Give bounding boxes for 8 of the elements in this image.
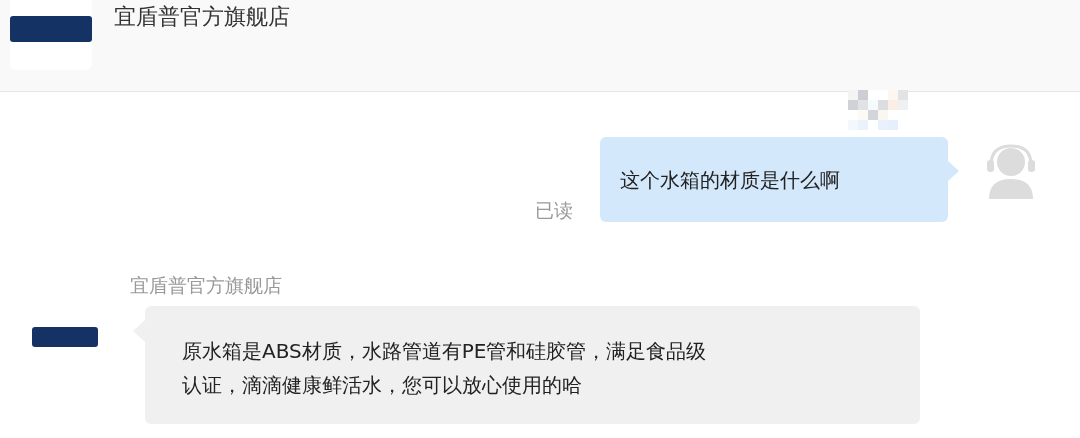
shop-name: 宜盾普官方旗舰店	[114, 3, 290, 31]
message-bubble: 原水箱是ABS材质，水路管道有PE管和硅胶管，满足食品级 认证，滴滴健康鲜活水，您可以放心使用的哈	[145, 306, 920, 424]
sender-name: 宜盾普官方旗舰店	[130, 273, 282, 298]
read-receipt: 已读	[535, 198, 573, 223]
agent-avatar-icon	[985, 143, 1037, 199]
message-bubble: 这个水箱的材质是什么啊	[600, 137, 948, 222]
bubble-tail-icon	[947, 160, 959, 182]
shop-logo	[32, 327, 98, 347]
